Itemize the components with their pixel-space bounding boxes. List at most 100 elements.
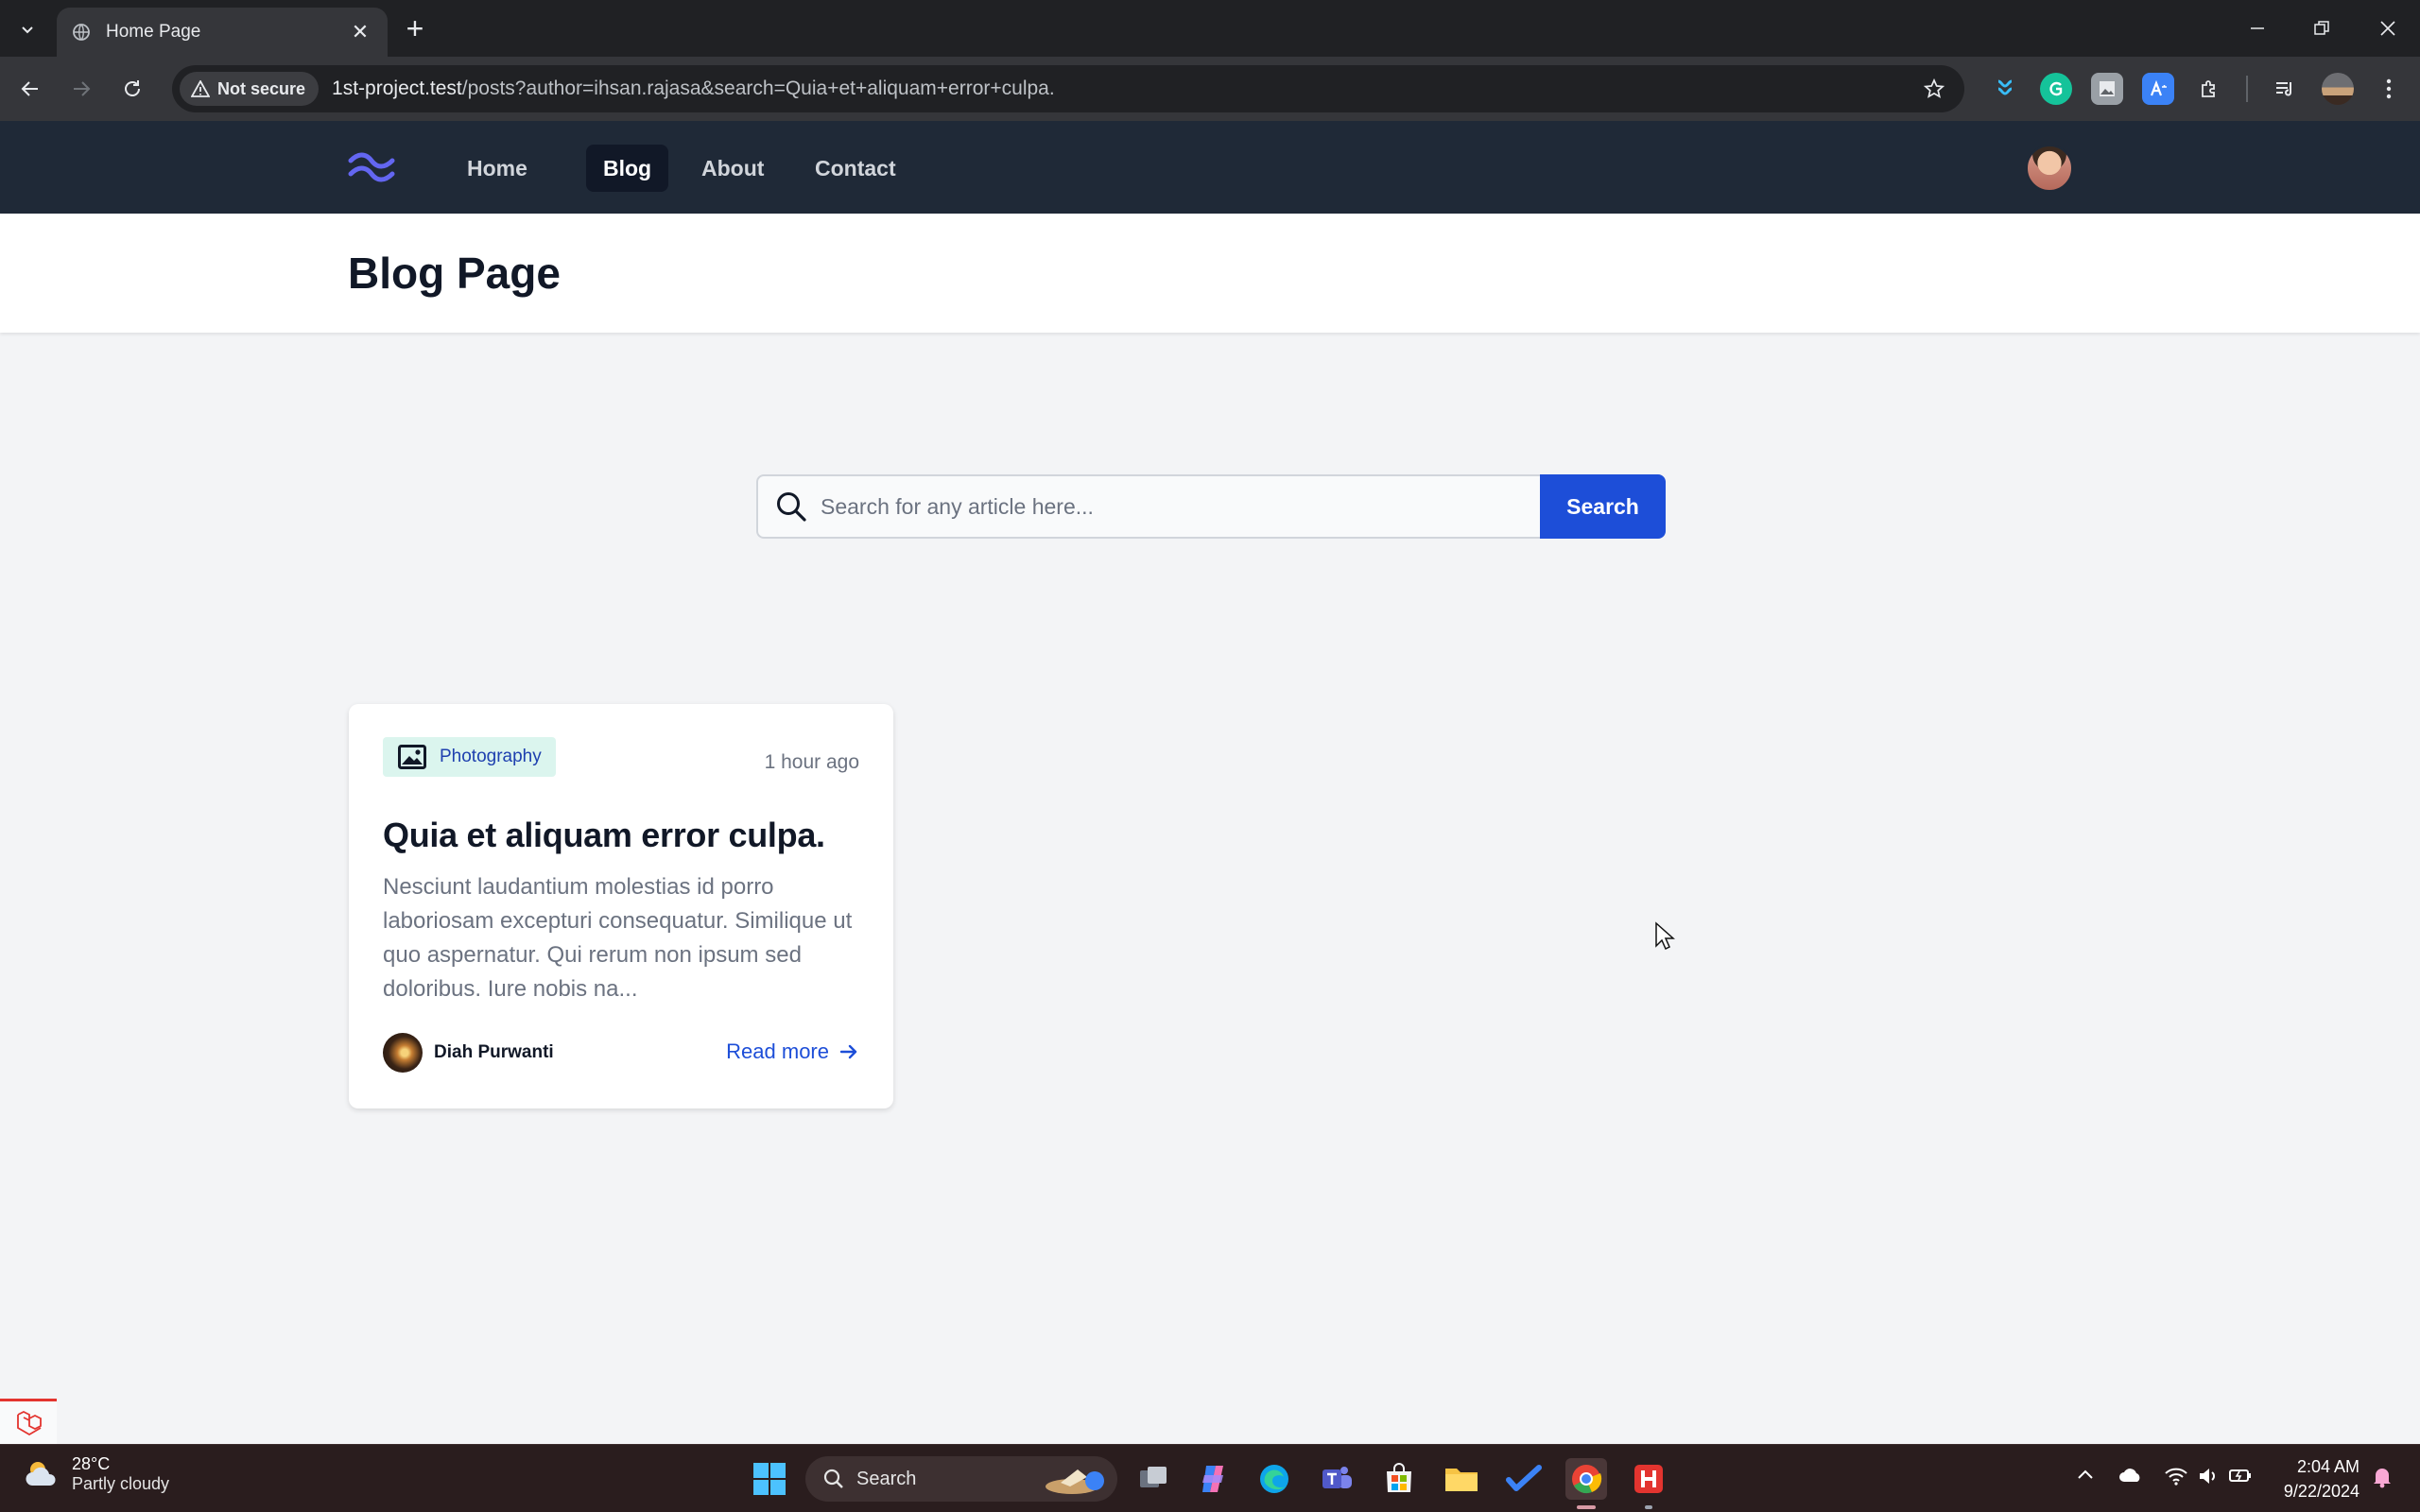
reload-icon — [125, 80, 140, 96]
shield-icon — [1997, 79, 2013, 95]
system-clock[interactable]: 2:04 AM 9/22/2024 — [2284, 1454, 2360, 1503]
laravel-logo-icon — [17, 1410, 42, 1435]
close-tab-icon[interactable]: ✕ — [348, 20, 372, 44]
partly-cloudy-icon — [26, 1462, 56, 1486]
author-avatar — [383, 1033, 423, 1073]
nav-blog[interactable]: Blog — [586, 145, 669, 192]
post-card: Photography 1 hour ago Quia et aliquam e… — [349, 704, 893, 1108]
tab-title: Home Page — [106, 22, 201, 42]
post-title[interactable]: Quia et aliquam error culpa. — [383, 816, 825, 855]
teams-icon[interactable] — [1316, 1458, 1357, 1500]
security-chip[interactable]: Not secure — [180, 72, 320, 106]
minimize-button[interactable] — [2229, 9, 2286, 47]
browser-tab-strip: Home Page ✕ + — [0, 0, 2420, 57]
media-controls-button[interactable] — [2269, 73, 2301, 105]
search-input[interactable] — [821, 493, 1482, 520]
windows-taskbar: 28°C Partly cloudy Search 2:04 AM 9/22/2… — [0, 1444, 2420, 1512]
file-explorer-icon[interactable] — [1441, 1458, 1482, 1500]
puzzle-icon — [2202, 80, 2215, 97]
windows-logo-icon — [753, 1463, 786, 1495]
url-text[interactable]: 1st-project.test/posts?author=ihsan.raja… — [332, 77, 1915, 100]
taskbar-search-label: Search — [856, 1468, 917, 1489]
bookmark-star-button[interactable] — [1915, 70, 1953, 108]
arrow-right-icon — [74, 81, 91, 96]
star-icon — [1924, 78, 1945, 98]
arrow-left-icon — [21, 81, 38, 96]
extension-grammarly-icon[interactable] — [2040, 73, 2072, 105]
image-icon — [398, 745, 426, 769]
tailwind-logo-icon[interactable] — [347, 147, 396, 187]
extension-tailwind-icon[interactable] — [1989, 73, 2021, 105]
restore-icon — [2314, 21, 2329, 35]
page-title: Blog Page — [348, 249, 561, 298]
more-vertical-icon — [2386, 78, 2392, 99]
url-host: 1st-project.test — [332, 77, 462, 99]
site-navbar: Home Blog About Contact — [0, 121, 2420, 214]
arrow-right-icon — [839, 1044, 857, 1059]
edge-browser-icon[interactable] — [1253, 1458, 1295, 1500]
heidisql-running-indicator — [1645, 1505, 1652, 1509]
reload-button[interactable] — [113, 70, 151, 108]
minimize-icon — [2251, 27, 2264, 29]
back-button[interactable] — [11, 70, 49, 108]
post-time: 1 hour ago — [764, 751, 859, 773]
tab-search-button[interactable] — [9, 13, 45, 45]
close-window-button[interactable] — [2360, 9, 2416, 47]
clock-date: 9/22/2024 — [2283, 1482, 2360, 1501]
forward-button[interactable] — [62, 70, 100, 108]
start-button[interactable] — [749, 1458, 790, 1500]
category-label: Photography — [440, 747, 542, 766]
microsoft-store-icon[interactable] — [1378, 1458, 1420, 1500]
not-secure-label: Not secure — [217, 78, 306, 98]
search-icon — [823, 1469, 843, 1488]
chevron-down-icon — [22, 26, 33, 34]
weather-temperature: 28°C — [72, 1454, 111, 1473]
todo-app-icon[interactable] — [1503, 1458, 1545, 1500]
chrome-taskbar-icon[interactable] — [1565, 1458, 1607, 1500]
nav-about[interactable]: About — [684, 145, 781, 192]
battery-icon[interactable] — [2227, 1466, 2254, 1492]
volume-icon[interactable] — [2195, 1466, 2221, 1492]
playlist-icon — [2276, 82, 2292, 96]
chrome-active-indicator — [1577, 1505, 1596, 1509]
search-field[interactable] — [756, 474, 1540, 539]
clock-time: 2:04 AM — [2296, 1457, 2360, 1476]
extension-translate-icon[interactable] — [2142, 73, 2174, 105]
notification-bell-icon[interactable] — [2369, 1466, 2395, 1492]
taskbar-search[interactable]: Search — [805, 1456, 1117, 1502]
search-icon — [777, 492, 806, 522]
browser-toolbar: Not secure 1st-project.test/posts?author… — [0, 57, 2420, 121]
search-highlight-icon — [1046, 1469, 1104, 1494]
mouse-cursor-icon — [1655, 921, 1675, 951]
user-avatar[interactable] — [2026, 145, 2073, 192]
nav-home[interactable]: Home — [450, 145, 544, 192]
browser-menu-button[interactable] — [2373, 73, 2405, 105]
post-excerpt: Nesciunt laudantium molestias id porro l… — [383, 874, 853, 1002]
new-tab-button[interactable]: + — [397, 11, 433, 47]
category-badge[interactable]: Photography — [383, 737, 556, 777]
globe-icon — [73, 24, 90, 41]
search-button[interactable]: Search — [1540, 474, 1666, 539]
tray-overflow-icon[interactable] — [2072, 1466, 2099, 1492]
copilot-icon[interactable] — [1193, 1458, 1235, 1500]
address-bar[interactable]: Not secure 1st-project.test/posts?author… — [172, 65, 1964, 112]
extensions-button[interactable] — [2193, 73, 2225, 105]
onedrive-icon[interactable] — [2118, 1466, 2144, 1492]
nav-contact[interactable]: Contact — [798, 145, 913, 192]
weather-widget[interactable]: 28°C Partly cloudy — [23, 1454, 169, 1494]
close-icon — [2380, 21, 2395, 36]
image-icon — [2100, 81, 2115, 96]
search-form: Search — [756, 474, 1666, 539]
profile-avatar[interactable] — [2322, 73, 2354, 105]
url-path: /posts?author=ihsan.rajasa&search=Quia+e… — [461, 77, 1055, 99]
wifi-icon[interactable] — [2163, 1466, 2189, 1492]
post-author[interactable]: Diah Purwanti — [383, 1033, 554, 1073]
read-more-link[interactable]: Read more — [726, 1040, 859, 1064]
task-view-icon[interactable] — [1132, 1458, 1174, 1500]
restore-button[interactable] — [2293, 9, 2350, 47]
author-name: Diah Purwanti — [434, 1042, 554, 1062]
laravel-debugbar-toggle[interactable] — [0, 1399, 57, 1444]
heidisql-icon[interactable] — [1628, 1458, 1669, 1500]
browser-tab[interactable]: Home Page ✕ — [57, 8, 388, 57]
extension-photo-icon[interactable] — [2091, 73, 2123, 105]
